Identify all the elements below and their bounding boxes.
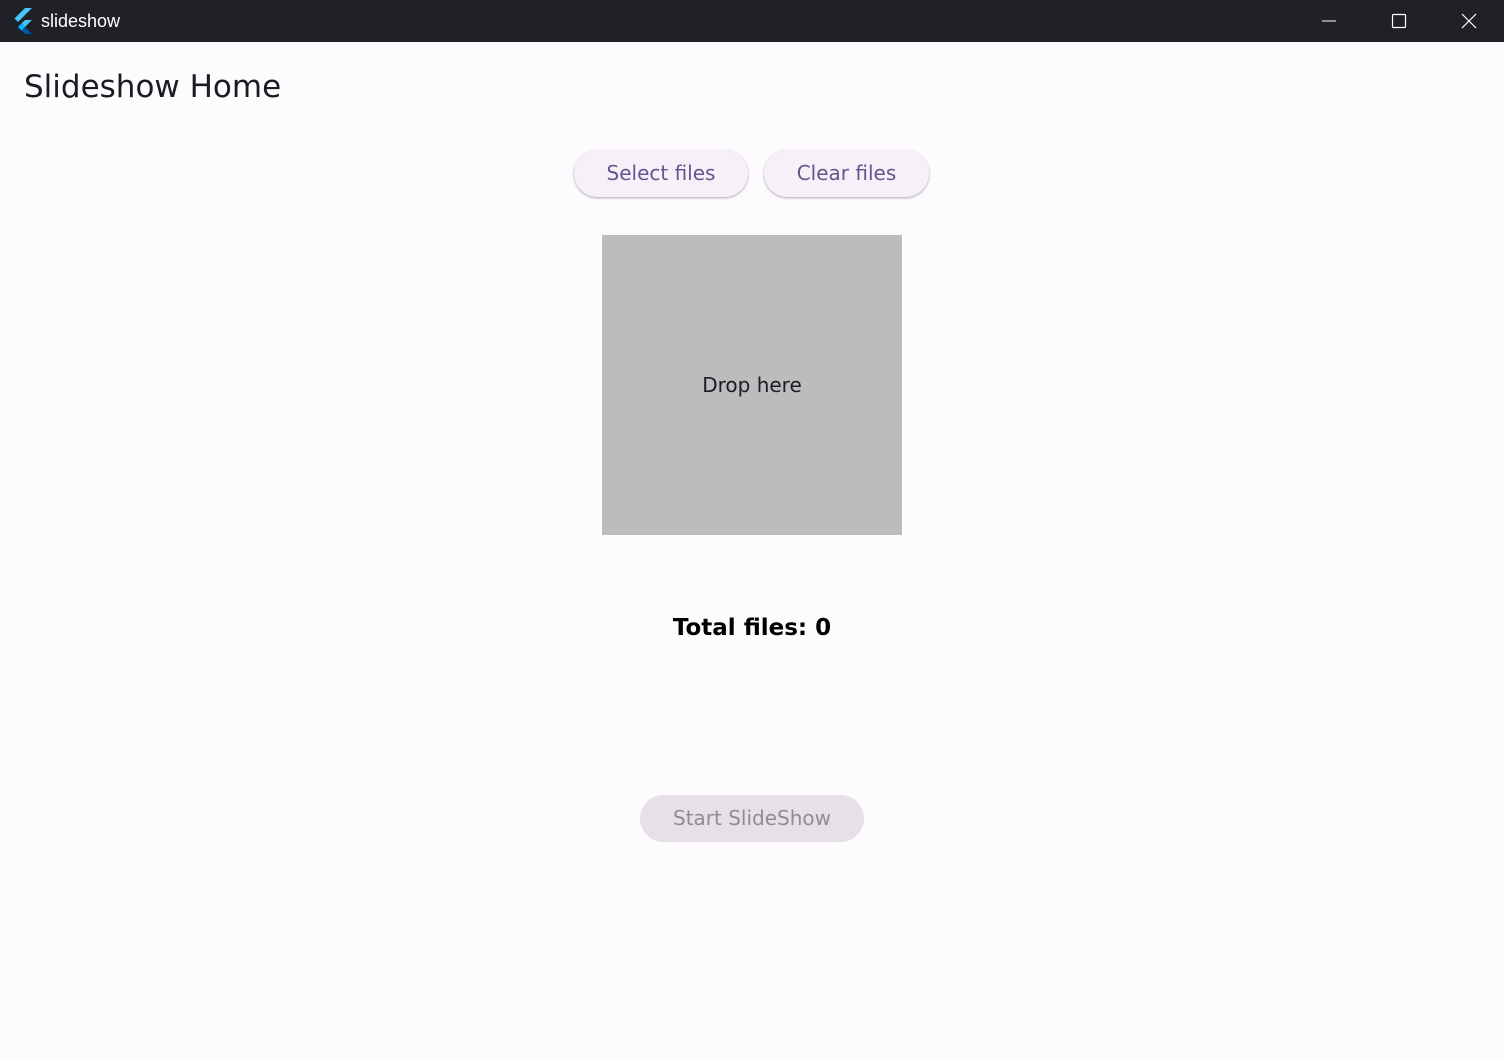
minimize-button[interactable] (1294, 0, 1364, 42)
maximize-button[interactable] (1364, 0, 1434, 42)
total-files-count: Total files: 0 (672, 615, 832, 641)
close-button[interactable] (1434, 0, 1504, 42)
window-title: slideshow (41, 11, 121, 31)
start-slideshow-button[interactable]: Start SlideShow (640, 795, 864, 842)
window-titlebar: slideshow (0, 0, 1504, 42)
drop-zone-label: Drop here (702, 373, 802, 397)
minimize-icon (1322, 20, 1336, 22)
page-title: Slideshow Home (24, 69, 282, 105)
clear-files-button[interactable]: Clear files (764, 150, 929, 197)
maximize-icon (1391, 13, 1407, 29)
select-files-button[interactable]: Select files (574, 150, 748, 197)
close-icon (1461, 13, 1477, 29)
flutter-logo-icon (14, 8, 32, 34)
drop-zone[interactable]: Drop here (602, 235, 902, 535)
